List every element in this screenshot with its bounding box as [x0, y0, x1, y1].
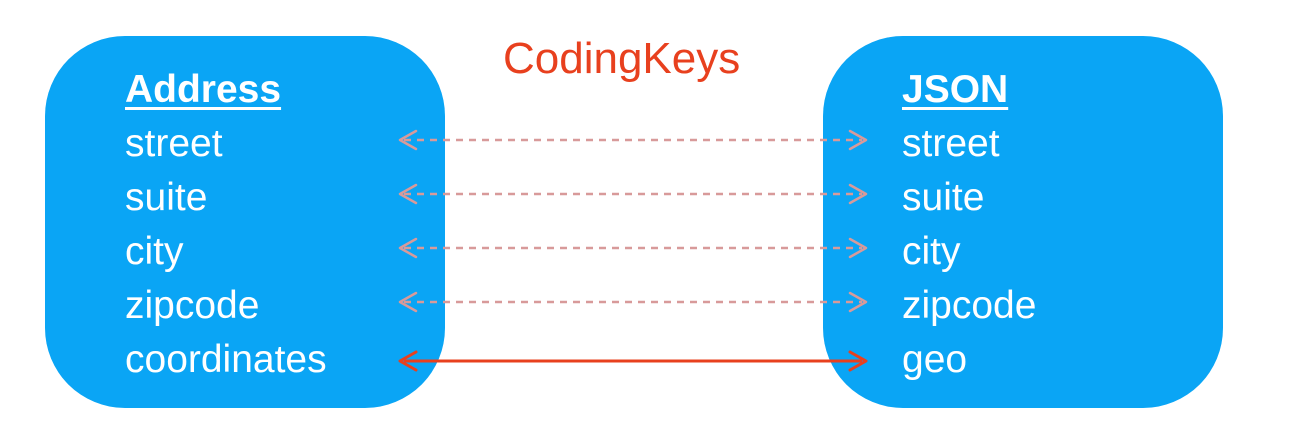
mapping-arrow-coordinates — [398, 350, 868, 372]
mapping-arrow-zipcode — [398, 291, 868, 313]
mapping-arrow-city — [398, 237, 868, 259]
mapping-arrow-suite — [398, 183, 868, 205]
mapping-arrow-street — [398, 129, 868, 151]
mapping-arrows — [398, 129, 868, 372]
